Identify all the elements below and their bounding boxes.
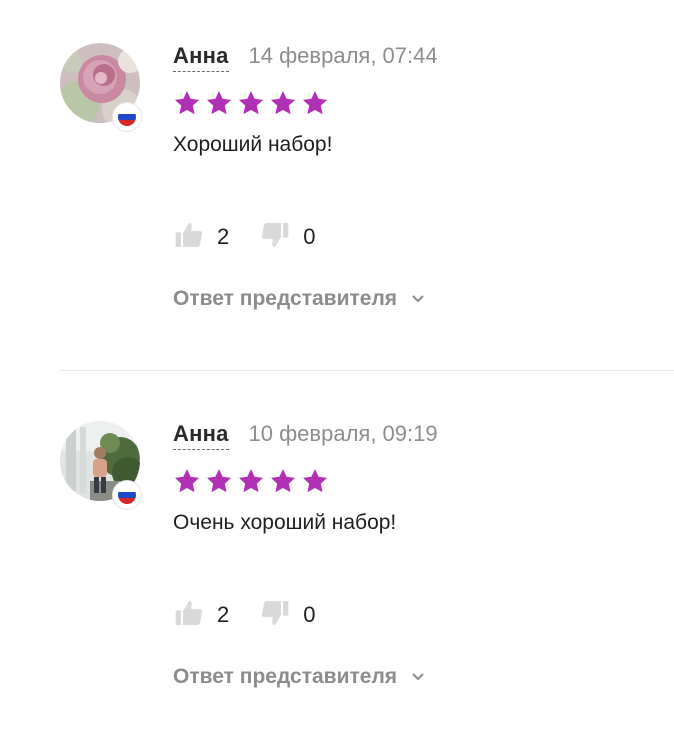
star-icon: [269, 467, 297, 495]
star-icon: [205, 89, 233, 117]
reply-label: Ответ представителя: [173, 287, 398, 310]
thumbs-up-icon: [173, 597, 205, 634]
author-name[interactable]: Анна: [173, 43, 229, 72]
star-icon: [301, 467, 329, 495]
dislike-button[interactable]: 0: [259, 597, 316, 634]
dislike-button[interactable]: 0: [259, 219, 316, 256]
like-count: 2: [217, 224, 230, 249]
chevron-down-icon: [411, 670, 425, 684]
dislike-count: 0: [303, 602, 316, 627]
vote-bar: 2 0: [173, 217, 316, 257]
chevron-down-icon: [411, 292, 425, 306]
star-icon: [237, 89, 265, 117]
dislike-count: 0: [303, 224, 316, 249]
star-icon: [173, 89, 201, 117]
star-icon: [205, 467, 233, 495]
thumbs-down-icon: [259, 597, 291, 634]
thumbs-up-icon: [173, 219, 205, 256]
star-icon: [173, 467, 201, 495]
review-card: Анна 14 февраля, 07:44 Хороший набор! 2: [0, 43, 674, 373]
author-name[interactable]: Анна: [173, 421, 229, 450]
review-date: 14 февраля, 07:44: [248, 43, 438, 68]
star-icon: [269, 89, 297, 117]
review-text: Очень хороший набор!: [173, 511, 397, 534]
star-icon: [237, 467, 265, 495]
representative-reply-toggle[interactable]: Ответ представителя: [173, 287, 425, 311]
review-date: 10 февраля, 09:19: [248, 421, 438, 446]
vote-bar: 2 0: [173, 595, 316, 635]
thumbs-down-icon: [259, 219, 291, 256]
like-count: 2: [217, 602, 230, 627]
russia-flag-icon: [113, 103, 141, 131]
star-icon: [301, 89, 329, 117]
star-rating: [173, 89, 654, 117]
russia-flag-icon: [113, 481, 141, 509]
divider: [60, 370, 674, 371]
reply-label: Ответ представителя: [173, 665, 398, 688]
star-rating: [173, 467, 654, 495]
representative-reply-toggle[interactable]: Ответ представителя: [173, 665, 425, 689]
review-text: Хороший набор!: [173, 133, 333, 156]
like-button[interactable]: 2: [173, 219, 229, 256]
review-card: Анна 10 февраля, 09:19 Очень хороший наб…: [0, 421, 674, 751]
like-button[interactable]: 2: [173, 597, 229, 634]
